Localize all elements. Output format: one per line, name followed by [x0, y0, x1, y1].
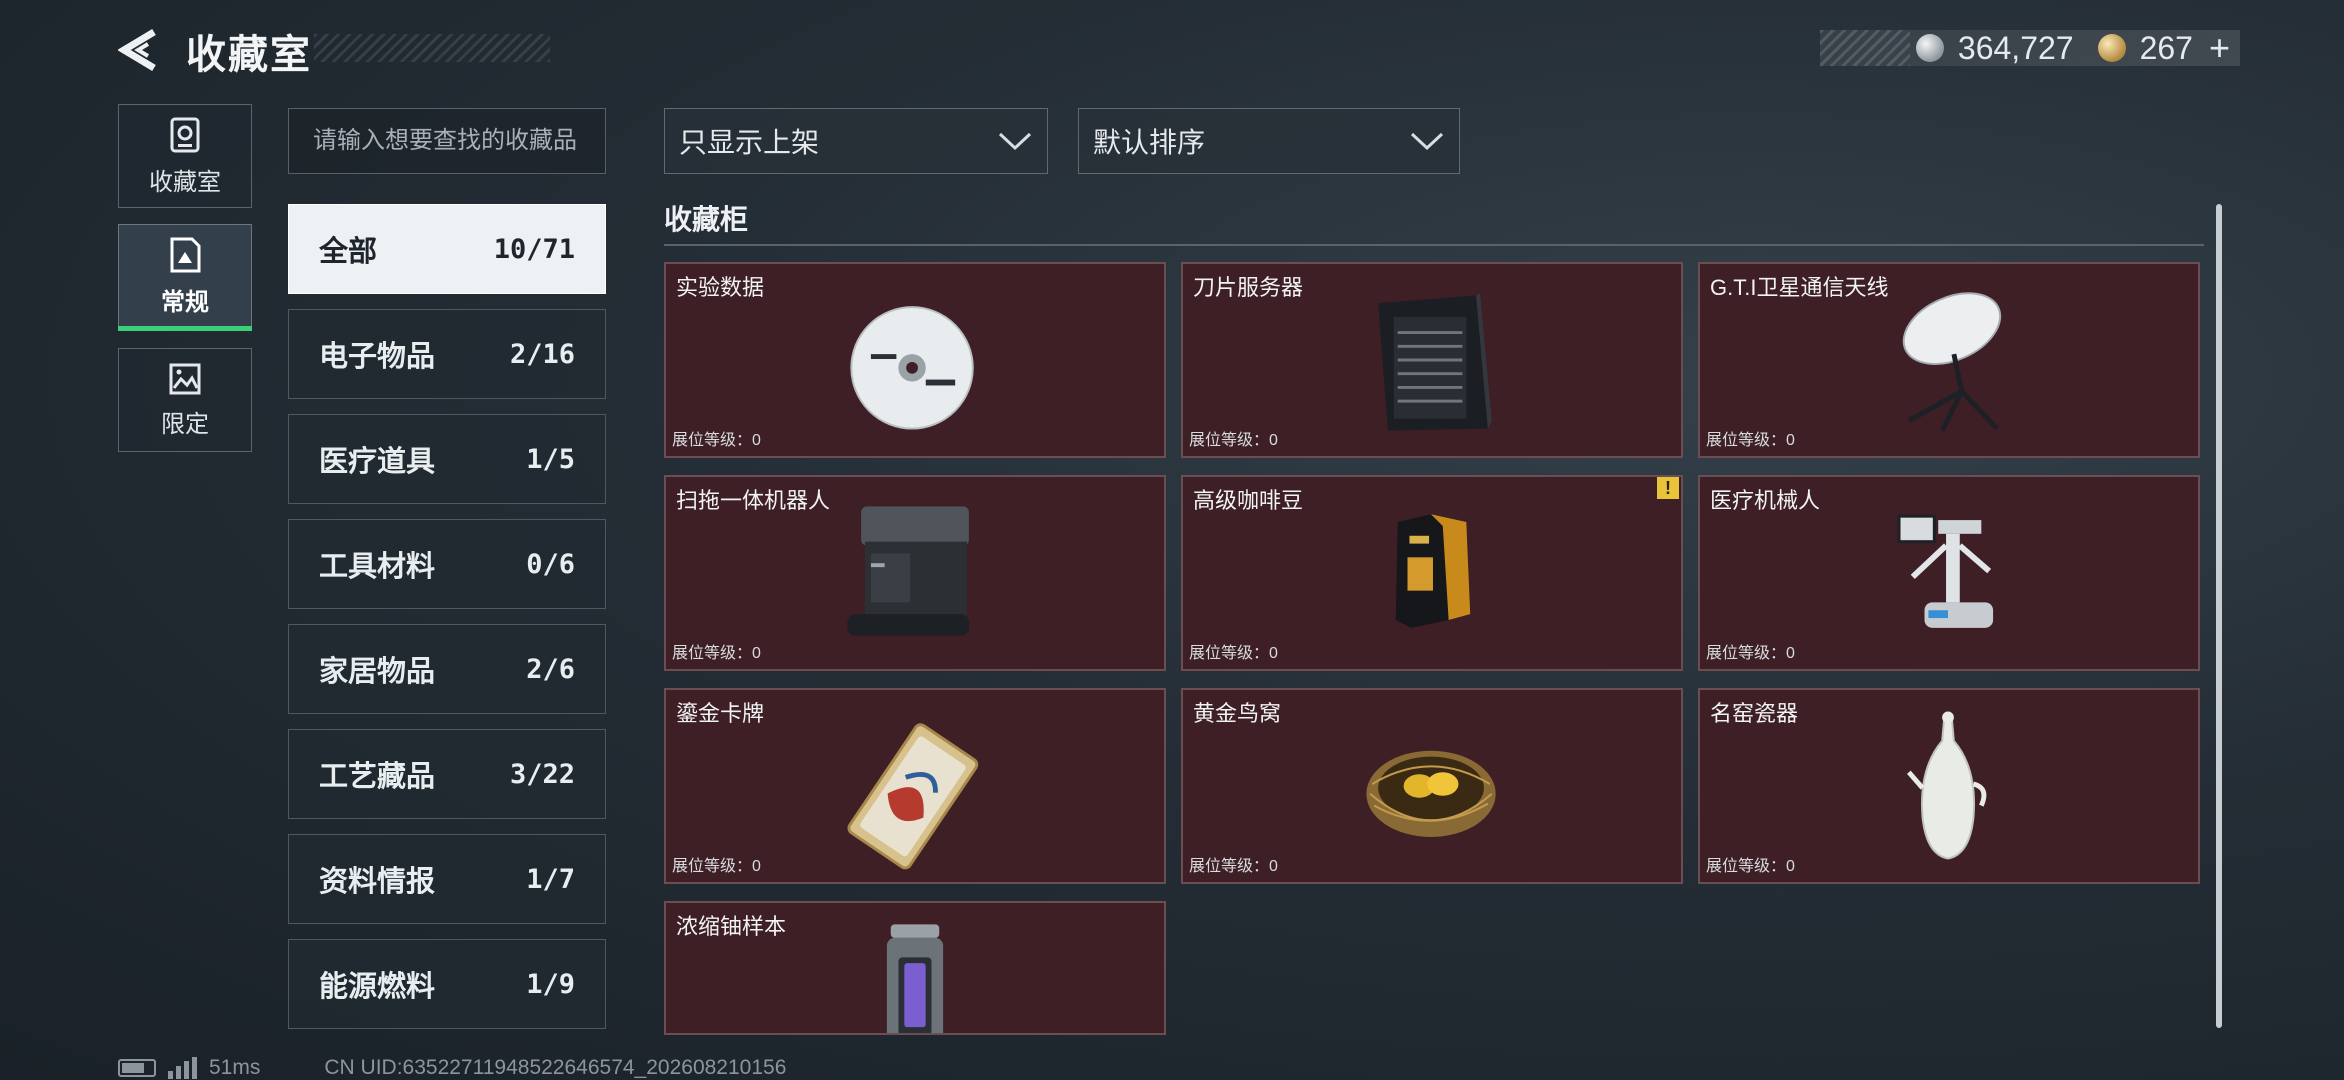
category-count: 2/6 — [526, 653, 575, 685]
category-count: 0/6 — [526, 548, 575, 580]
category-count: 10/71 — [493, 233, 575, 265]
item-name: 实验数据 — [676, 275, 765, 300]
category-name: 资料情报 — [319, 866, 436, 898]
item-level: 展位等级：0 — [1706, 645, 1795, 662]
category-count: 1/9 — [526, 968, 575, 1000]
back-button[interactable] — [117, 28, 160, 72]
collection-card-gilded-card[interactable]: 鎏金卡牌 展位等级：0 — [664, 688, 1166, 884]
display-filter-dropdown[interactable]: 只显示上架 — [664, 108, 1048, 174]
page-title: 收藏室 — [186, 33, 312, 77]
nav-item-label: 限定 — [161, 410, 209, 438]
title-decoration — [314, 34, 550, 62]
battery-icon — [118, 1059, 156, 1077]
silver-currency-value: 364,727 — [1957, 29, 2074, 66]
collection-card-uranium-sample[interactable]: 浓缩铀样本 — [664, 901, 1166, 1035]
item-level: 展位等级：0 — [672, 858, 761, 875]
currency-bar: 364,727 267 + — [1820, 27, 2240, 69]
gold-currency-value: 267 — [2139, 29, 2193, 66]
category-name: 医疗道具 — [319, 446, 436, 478]
category-name: 能源燃料 — [319, 971, 436, 1003]
collection-card-blade-server[interactable]: 刀片服务器 展位等级：0 — [1181, 262, 1683, 458]
category-electronics[interactable]: 电子物品 2/16 — [288, 309, 606, 399]
back-arrow-icon — [117, 28, 156, 72]
item-name: G.T.I卫星通信天线 — [1710, 275, 1889, 300]
display-filter-value: 只显示上架 — [679, 127, 820, 158]
collection-card-robot-vacuum[interactable]: 扫拖一体机器人 展位等级：0 — [664, 475, 1166, 671]
scrollbar[interactable] — [2216, 204, 2222, 1028]
item-name: 医疗机械人 — [1710, 488, 1821, 513]
category-name: 全部 — [319, 236, 378, 268]
item-name: 刀片服务器 — [1193, 275, 1304, 300]
sort-dropdown[interactable]: 默认排序 — [1078, 108, 1460, 174]
chevron-down-icon — [1410, 132, 1444, 151]
search-input[interactable] — [288, 108, 606, 174]
signal-icon — [168, 1057, 197, 1079]
category-count: 3/22 — [509, 758, 575, 790]
item-name: 鎏金卡牌 — [676, 701, 765, 726]
gold-coin-icon — [2097, 34, 2126, 62]
item-level: 展位等级：0 — [1706, 432, 1795, 449]
currency-decoration — [1820, 30, 1910, 66]
category-crafts[interactable]: 工艺藏品 3/22 — [288, 729, 606, 819]
category-name: 家居物品 — [319, 656, 436, 688]
item-name: 浓缩铀样本 — [676, 914, 787, 939]
item-name: 扫拖一体机器人 — [676, 488, 831, 513]
category-household[interactable]: 家居物品 2/6 — [288, 624, 606, 714]
nav-item-label: 收藏室 — [149, 168, 221, 196]
category-name: 工具材料 — [319, 551, 436, 583]
category-medical[interactable]: 医疗道具 1/5 — [288, 414, 606, 504]
category-intel[interactable]: 资料情报 1/7 — [288, 834, 606, 924]
category-name: 电子物品 — [319, 341, 436, 373]
category-energy[interactable]: 能源燃料 1/9 — [288, 939, 606, 1029]
collection-card-golden-nest[interactable]: 黄金鸟窝 展位等级：0 — [1181, 688, 1683, 884]
alert-badge: ! — [1657, 477, 1679, 499]
sort-value: 默认排序 — [1093, 127, 1206, 158]
category-all[interactable]: 全部 10/71 — [288, 204, 606, 294]
section-title: 收藏柜 — [664, 204, 749, 235]
nav-item-collection-room[interactable]: 收藏室 — [118, 104, 252, 208]
item-level: 展位等级：0 — [1706, 858, 1795, 875]
item-level: 展位等级：0 — [1189, 858, 1278, 875]
category-count: 1/5 — [526, 443, 575, 475]
item-level: 展位等级：0 — [672, 645, 761, 662]
document-icon — [170, 237, 201, 272]
status-footer: 51ms CN UID:63522711948522646574_2026082… — [118, 1056, 786, 1080]
item-name: 高级咖啡豆 — [1193, 488, 1304, 513]
item-name: 名窑瓷器 — [1710, 701, 1799, 726]
category-tools[interactable]: 工具材料 0/6 — [288, 519, 606, 609]
category-count: 2/16 — [509, 338, 575, 370]
collection-card-porcelain[interactable]: 名窑瓷器 展位等级：0 — [1698, 688, 2200, 884]
item-level: 展位等级：0 — [672, 432, 761, 449]
item-level: 展位等级：0 — [1189, 432, 1278, 449]
collection-card-satellite-antenna[interactable]: G.T.I卫星通信天线 展位等级：0 — [1698, 262, 2200, 458]
item-name: 黄金鸟窝 — [1193, 701, 1282, 726]
silver-coin-icon — [1915, 34, 1944, 62]
nav-item-regular[interactable]: 常规 — [118, 224, 252, 328]
uid-text: CN UID:63522711948522646574_202608210156 — [324, 1056, 787, 1079]
collection-card-coffee-beans[interactable]: ! 高级咖啡豆 展位等级：0 — [1181, 475, 1683, 671]
add-currency-button[interactable]: + — [2209, 27, 2230, 69]
item-level: 展位等级：0 — [1189, 645, 1278, 662]
vault-icon — [170, 117, 200, 152]
section-divider — [664, 244, 2204, 246]
chevron-down-icon — [998, 132, 1032, 151]
category-name: 工艺藏品 — [319, 761, 436, 793]
collection-card-experiment-data[interactable]: 实验数据 展位等级：0 — [664, 262, 1166, 458]
nav-active-indicator — [118, 326, 252, 331]
nav-item-limited[interactable]: 限定 — [118, 348, 252, 452]
nav-item-label: 常规 — [161, 288, 209, 316]
collection-card-medical-robot[interactable]: 医疗机械人 展位等级：0 — [1698, 475, 2200, 671]
picture-icon — [169, 363, 201, 394]
category-count: 1/7 — [526, 863, 575, 895]
ping-value: 51ms — [209, 1056, 261, 1079]
